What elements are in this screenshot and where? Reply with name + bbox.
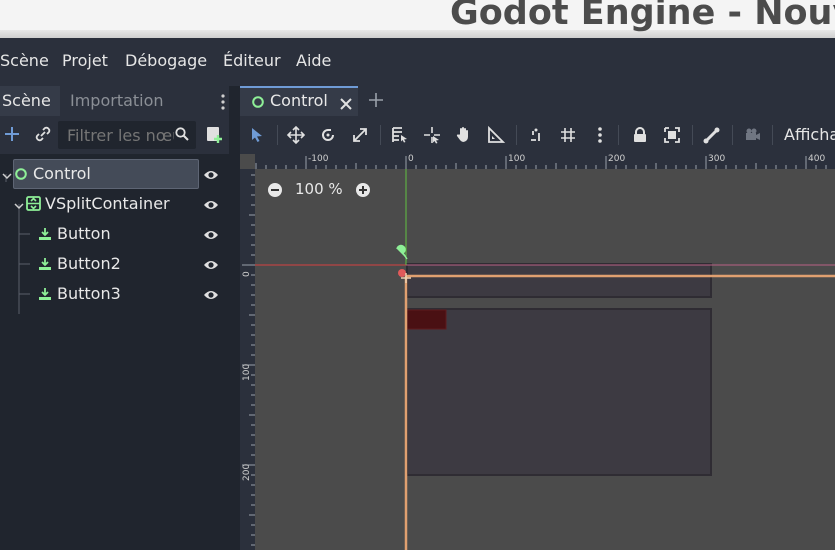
menu-debug[interactable]: Débogage [125,51,207,70]
editor-tab-bar: Control [240,86,835,116]
instance-scene-icon[interactable] [204,124,224,148]
button-node-preview[interactable] [406,263,712,298]
vertical-ruler-ticks [242,174,255,546]
toolbar-separator [618,125,619,145]
add-node-icon[interactable] [2,124,22,148]
ruler-label: 0 [242,271,252,277]
toolbar-separator [277,125,278,145]
ruler-label: 300 [708,154,726,164]
tab-label: Control [270,91,328,110]
grid-snap-icon[interactable] [558,125,578,145]
view-menu[interactable]: Afficha [784,125,835,144]
button2-node-preview[interactable] [406,309,447,330]
tab-import[interactable]: Importation [60,86,174,116]
canvas-viewport[interactable]: -100 0 100 200 300 400 0 100 200 100 % [240,154,835,550]
list-select-icon[interactable] [390,125,410,145]
vertical-ruler[interactable]: 0 100 200 [240,169,255,550]
scene-dock-toolbar [0,116,229,154]
toolbar-separator [772,125,773,145]
visibility-eye-icon[interactable] [203,227,219,246]
canvas-toolbar: Afficha [240,116,835,154]
tree-item-button[interactable]: Button [0,219,229,249]
dock-menu-icon[interactable] [216,92,230,112]
filter-nodes-input[interactable] [58,121,176,149]
zoom-out-icon[interactable] [267,182,283,202]
button-node-icon [38,226,52,245]
control-node-icon [14,166,28,185]
menu-bar: Scène Projet Débogage Éditeur Aide [0,38,835,86]
dock-splitter[interactable] [229,86,240,550]
canvas-drawing [255,169,835,550]
lock-icon[interactable] [630,125,650,145]
scale-mode-icon[interactable] [350,125,370,145]
tree-item-label: Control [33,164,91,183]
tree-item-button2[interactable]: Button2 [0,249,229,279]
window-title: Godot Engine - Nouv [450,0,835,33]
skeleton-icon[interactable] [702,125,722,145]
toolbar-separator [516,125,517,145]
move-mode-icon[interactable] [286,125,306,145]
link-icon[interactable] [33,124,53,148]
ruler-label: 100 [242,363,252,381]
toolbar-separator [380,125,381,145]
group-icon[interactable] [662,125,682,145]
select-mode-icon[interactable] [247,125,267,145]
rotate-mode-icon[interactable] [318,125,338,145]
smart-snap-icon[interactable] [526,125,546,145]
ruler-label: 400 [808,154,826,164]
visibility-eye-icon[interactable] [203,257,219,276]
tree-item-label: Button3 [57,284,121,303]
button3-node-preview[interactable] [406,308,712,476]
close-icon[interactable] [340,95,352,114]
tree-item-vsplitcontainer[interactable]: VSplitContainer [0,189,229,219]
visibility-eye-icon[interactable] [203,287,219,306]
scene-dock: Scène Importation Filtrer les nœuds Cont… [0,86,229,550]
pan-mode-icon[interactable] [454,125,474,145]
tree-item-label: Button [57,224,111,243]
zoom-in-icon[interactable] [355,182,371,202]
menu-project[interactable]: Projet [62,51,108,70]
pivot-mode-icon[interactable] [422,125,442,145]
search-icon [174,126,190,146]
tree-item-button3[interactable]: Button3 [0,279,229,309]
ruler-label: 200 [608,154,626,164]
button-node-icon [38,256,52,275]
control-node-icon [251,94,265,113]
scene-tree: Control VSplitContainer Button Button2 B… [0,154,229,550]
toolbar-separator [732,125,733,145]
tree-item-control[interactable]: Control [0,159,229,189]
collapse-arrow-icon[interactable] [13,197,25,216]
menu-scene[interactable]: Scène [0,51,49,70]
ruler-label: -100 [308,154,329,164]
ruler-mode-icon[interactable] [486,125,506,145]
visibility-eye-icon[interactable] [203,197,219,216]
window-title-bar: Godot Engine - Nouv [0,0,835,38]
ruler-label: 200 [242,463,252,481]
collapse-arrow-icon[interactable] [1,167,13,186]
snap-options-icon[interactable] [590,125,610,145]
toolbar-separator [692,125,693,145]
button-node-icon [38,286,52,305]
pivot-handle-icon[interactable] [398,269,406,277]
visibility-eye-icon[interactable] [203,167,219,186]
tree-item-label: VSplitContainer [45,194,170,213]
camera-override-icon[interactable] [742,125,762,145]
tab-control-scene[interactable]: Control [240,86,358,116]
horizontal-ruler-ticks [240,154,827,169]
menu-help[interactable]: Aide [296,51,331,70]
ruler-label: 0 [408,154,414,164]
zoom-level[interactable]: 100 % [295,180,343,198]
new-tab-icon[interactable] [368,92,384,112]
tab-scene[interactable]: Scène [0,86,60,116]
menu-editor[interactable]: Éditeur [223,51,281,70]
ruler-label: 100 [508,154,526,164]
tree-item-label: Button2 [57,254,121,273]
horizontal-ruler[interactable]: -100 0 100 200 300 400 [240,154,835,169]
vsplitcontainer-node-icon [26,196,41,215]
filter-nodes-field[interactable] [58,121,196,149]
